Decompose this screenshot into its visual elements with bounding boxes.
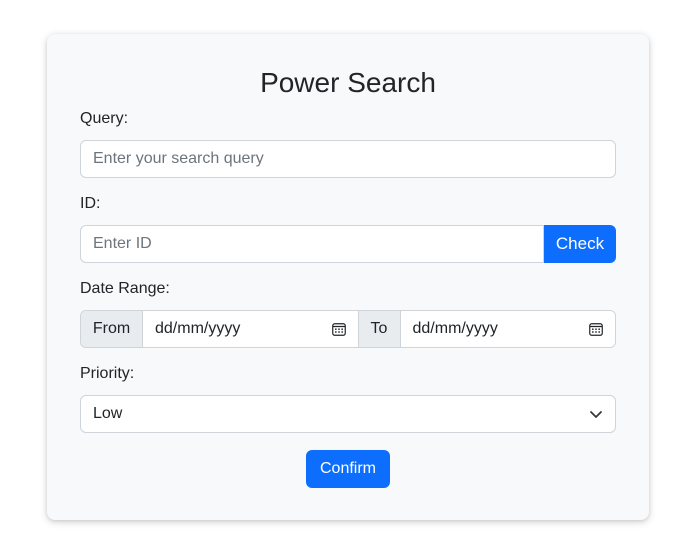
priority-group: Priority: Low <box>80 364 616 433</box>
chevron-down-icon <box>590 411 602 418</box>
check-button[interactable]: Check <box>544 225 616 263</box>
to-addon: To <box>357 311 401 347</box>
confirm-button[interactable]: Confirm <box>306 450 390 488</box>
id-group: ID: Enter ID Check <box>80 194 616 263</box>
date-range-label: Date Range: <box>80 280 170 297</box>
from-addon: From <box>81 311 143 347</box>
page-title: Power Search <box>260 67 436 98</box>
from-date-input[interactable]: dd/mm/yyyy <box>143 311 358 347</box>
priority-label: Priority: <box>80 365 135 382</box>
calendar-icon[interactable] <box>331 322 346 336</box>
query-group: Query: Enter your search query <box>80 109 616 178</box>
date-range-group: Date Range: From dd/mm/yyyy To dd/mm/yyy <box>80 279 616 348</box>
priority-selected-value: Low <box>93 405 123 422</box>
id-input[interactable]: Enter ID <box>80 225 544 263</box>
date-range-input-group: From dd/mm/yyyy To dd/mm/yyyy <box>80 310 616 348</box>
power-search-card: Power Search Query: Enter your search qu… <box>47 34 649 520</box>
id-input-group: Enter ID Check <box>80 225 616 263</box>
calendar-icon[interactable] <box>589 322 603 336</box>
id-label: ID: <box>80 195 101 212</box>
query-input[interactable]: Enter your search query <box>80 140 616 178</box>
to-date-value: dd/mm/yyyy <box>412 320 498 337</box>
to-date-input[interactable]: dd/mm/yyyy <box>400 311 615 347</box>
id-placeholder: Enter ID <box>93 235 152 252</box>
priority-select[interactable]: Low <box>80 395 616 433</box>
from-date-value: dd/mm/yyyy <box>155 320 241 337</box>
query-placeholder: Enter your search query <box>93 150 264 167</box>
query-label: Query: <box>80 110 129 127</box>
